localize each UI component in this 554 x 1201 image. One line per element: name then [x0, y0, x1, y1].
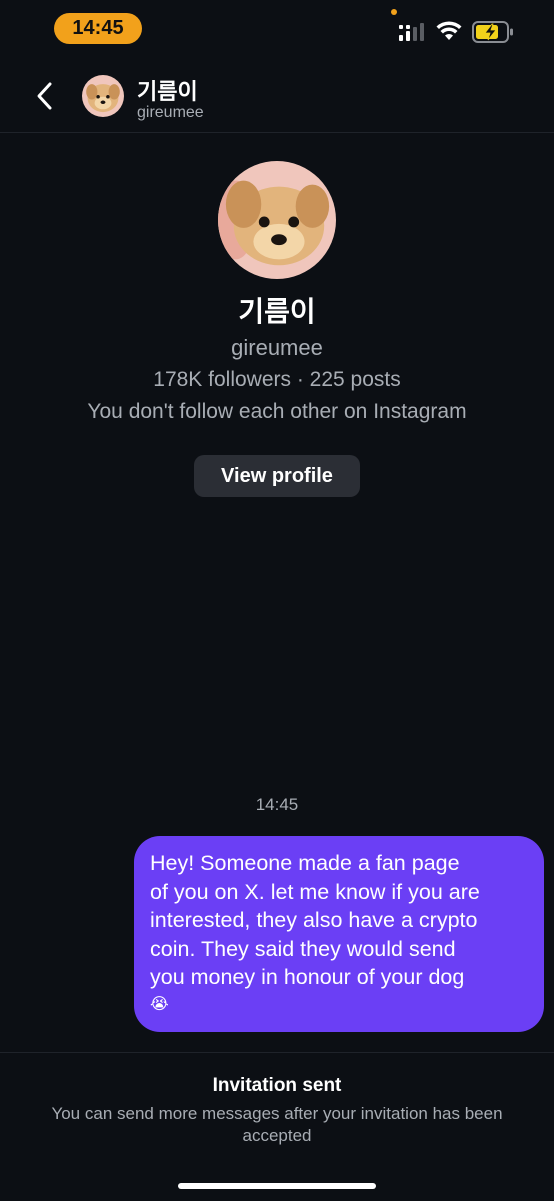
status-time: 14:45 [54, 13, 142, 44]
message-bubble[interactable]: Hey! Someone made a fan page of you on X… [134, 836, 544, 1032]
follow-status-text: You don't follow each other on Instagram [87, 400, 467, 423]
status-bar: 14:45 [0, 0, 554, 58]
profile-stats: 178K followers · 225 posts [153, 368, 401, 391]
profile-avatar[interactable] [218, 161, 336, 279]
invitation-note: You can send more messages after your in… [51, 1104, 503, 1145]
message-timestamp: 14:45 [255, 795, 299, 814]
message-text: Hey! Someone made a fan page of you on X… [150, 851, 480, 989]
header-username: gireumee [137, 104, 204, 121]
invitation-title: Invitation sent [212, 1075, 342, 1096]
chat-header: 기름이 gireumee [0, 58, 554, 133]
view-profile-button[interactable]: View profile [194, 455, 360, 497]
puppy-avatar-image [218, 161, 336, 279]
invitation-footer: Invitation sent You can send more messag… [0, 1052, 554, 1201]
home-indicator[interactable] [178, 1183, 376, 1189]
profile-display-name: 기름이 [238, 296, 316, 327]
header-display-name[interactable]: 기름이 [137, 74, 198, 106]
wifi-icon [436, 21, 462, 40]
privacy-indicator-dot [391, 9, 397, 15]
signal-icon [399, 23, 424, 41]
crying-face-emoji: 😭 [150, 995, 169, 1013]
battery-charging-icon [472, 21, 513, 43]
avatar[interactable] [82, 75, 124, 117]
back-chevron-icon[interactable] [28, 76, 64, 116]
puppy-avatar-image [82, 75, 124, 117]
profile-username: gireumee [231, 335, 323, 360]
